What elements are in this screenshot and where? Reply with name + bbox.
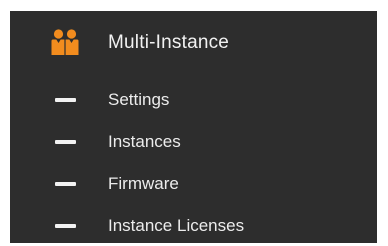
dash-icon bbox=[55, 224, 76, 228]
people-group-icon bbox=[51, 29, 79, 55]
menu-item-instance-licenses[interactable]: Instance Licenses bbox=[10, 206, 377, 246]
menu-item-label: Settings bbox=[108, 90, 170, 109]
menu-item-label: Firmware bbox=[108, 174, 179, 193]
menu-item-instances[interactable]: Instances bbox=[10, 122, 377, 162]
menu-item-label: Instance Licenses bbox=[108, 216, 245, 235]
dash-icon bbox=[55, 98, 76, 102]
menu-item-settings[interactable]: Settings bbox=[10, 80, 377, 120]
menu-item-firmware[interactable]: Firmware bbox=[10, 164, 377, 204]
menu-item-label: Instances bbox=[108, 132, 181, 151]
section-title: Multi-Instance bbox=[108, 32, 230, 53]
section-header-multi-instance[interactable]: Multi-Instance bbox=[10, 11, 377, 75]
dash-icon bbox=[55, 182, 76, 186]
sidebar-menu: Multi-Instance Settings Instances Firmwa… bbox=[10, 11, 377, 243]
dash-icon bbox=[55, 140, 76, 144]
